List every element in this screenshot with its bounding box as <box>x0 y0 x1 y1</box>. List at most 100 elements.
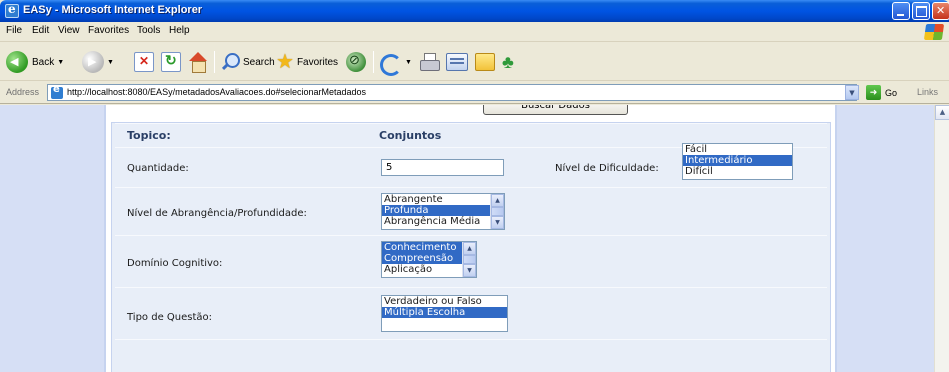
address-dropdown-icon[interactable]: ▼ <box>845 85 859 100</box>
scroll-thumb[interactable] <box>463 255 476 264</box>
search-icon <box>220 52 240 72</box>
tipo-listbox[interactable]: Verdadeiro ou Falso Múltipla Escolha <box>381 295 508 332</box>
menu-file[interactable]: File <box>6 25 22 36</box>
media-icon <box>346 52 366 72</box>
page-scrollbar[interactable]: ▲ <box>934 105 949 372</box>
topico-label: Topico: <box>127 129 171 142</box>
refresh-icon <box>161 52 181 72</box>
scroll-down-icon[interactable]: ▼ <box>491 216 504 229</box>
favorites-button[interactable]: ★ Favorites <box>276 49 338 75</box>
scroll-thumb[interactable] <box>491 207 504 216</box>
scroll-down-icon[interactable]: ▼ <box>463 264 476 277</box>
folder-button[interactable] <box>475 49 495 75</box>
page-scroll-up-icon[interactable]: ▲ <box>935 105 949 120</box>
messenger-icon: ♣ <box>502 52 514 72</box>
dificuldade-option[interactable]: Fácil <box>683 144 792 155</box>
quantidade-row: Quantidade: 5 Nível de Dificuldade: Fáci… <box>115 143 827 187</box>
page-icon <box>51 84 63 99</box>
address-input[interactable]: http://localhost:8080/EASy/metadadosAval… <box>47 84 857 101</box>
buscar-dados-button[interactable]: Buscar Dados <box>483 105 628 115</box>
page-viewport: Buscar Dados Topico: Conjuntos Quantidad… <box>0 105 934 372</box>
abrangencia-scrollbar[interactable]: ▲ ▼ <box>490 194 504 229</box>
dominio-label: Domínio Cognitivo: <box>127 258 223 269</box>
go-label: Go <box>885 87 898 98</box>
dominio-option[interactable]: Aplicação <box>382 264 462 275</box>
title-bar[interactable]: EASy - Microsoft Internet Explorer <box>0 0 949 22</box>
messenger-button[interactable]: ♣ <box>502 49 514 75</box>
abrangencia-option[interactable]: Abrangência Média <box>382 216 490 227</box>
edit-button[interactable] <box>446 49 468 75</box>
close-button[interactable] <box>932 2 949 20</box>
dominio-listbox[interactable]: Conhecimento Compreensão Aplicação ▲ ▼ <box>381 241 477 278</box>
go-button[interactable]: ➜ Go <box>866 85 897 100</box>
metadata-form: Topico: Conjuntos Quantidade: 5 Nível de… <box>111 122 831 372</box>
dominio-option[interactable]: Conhecimento <box>382 242 462 253</box>
dificuldade-option[interactable]: Difícil <box>683 166 792 177</box>
tipo-label: Tipo de Questão: <box>127 312 213 323</box>
scroll-up-icon[interactable]: ▲ <box>491 194 504 207</box>
forward-button[interactable]: ▼ <box>82 49 114 75</box>
dominio-scrollbar[interactable]: ▲ ▼ <box>462 242 476 277</box>
windows-logo-icon <box>923 24 945 40</box>
maximize-button[interactable] <box>912 2 930 20</box>
tipo-option[interactable]: Múltipla Escolha <box>382 307 507 318</box>
refresh-button[interactable] <box>161 49 181 75</box>
page-content: Buscar Dados Topico: Conjuntos Quantidad… <box>104 105 837 372</box>
abrangencia-listbox[interactable]: Abrangente Profunda Abrangência Média ▲ … <box>381 193 505 230</box>
mail-icon <box>380 52 402 76</box>
dificuldade-option[interactable]: Intermediário <box>683 155 792 166</box>
search-button[interactable]: Search <box>220 49 275 75</box>
menu-edit[interactable]: Edit <box>32 25 49 36</box>
favorites-star-icon: ★ <box>276 51 294 73</box>
abrangencia-option[interactable]: Profunda <box>382 205 490 216</box>
address-label: Address <box>6 87 40 97</box>
toolbar-separator <box>373 51 374 73</box>
abrangencia-option[interactable]: Abrangente <box>382 194 490 205</box>
address-bar: Address http://localhost:8080/EASy/metad… <box>0 82 949 104</box>
print-button[interactable] <box>419 49 440 75</box>
topico-value: Conjuntos <box>379 129 442 142</box>
search-label: Search <box>243 56 275 68</box>
folder-icon <box>475 53 495 71</box>
menu-favorites[interactable]: Favorites <box>88 25 129 36</box>
tipo-option[interactable]: Verdadeiro ou Falso <box>382 296 507 307</box>
toolbar-separator <box>214 51 215 73</box>
forward-arrow-icon <box>82 51 104 73</box>
ie-icon <box>5 2 19 18</box>
back-dropdown-icon[interactable]: ▼ <box>57 59 64 66</box>
browser-window: EASy - Microsoft Internet Explorer File … <box>0 0 949 372</box>
media-button[interactable] <box>346 49 366 75</box>
scroll-up-icon[interactable]: ▲ <box>463 242 476 255</box>
dominio-option[interactable]: Compreensão <box>382 253 462 264</box>
abrangencia-row: Nível de Abrangência/Profundidade: Abran… <box>115 187 827 235</box>
minimize-button[interactable] <box>892 2 910 20</box>
forward-dropdown-icon[interactable]: ▼ <box>107 59 114 66</box>
address-url: http://localhost:8080/EASy/metadadosAval… <box>67 87 367 97</box>
home-icon <box>188 52 208 73</box>
next-row <box>115 339 827 372</box>
menu-view[interactable]: View <box>58 25 80 36</box>
stop-button[interactable] <box>134 49 154 75</box>
toolbar: Back ▼ ▼ Search ★ Favorites <box>0 43 949 81</box>
dificuldade-listbox[interactable]: Fácil Intermediário Difícil <box>682 143 793 180</box>
edit-icon <box>446 53 468 71</box>
go-arrow-icon: ➜ <box>866 85 881 100</box>
favorites-label: Favorites <box>296 56 339 68</box>
tipo-row: Tipo de Questão: Verdadeiro ou Falso Múl… <box>115 287 827 339</box>
print-icon <box>419 52 440 72</box>
back-label: Back <box>32 56 55 68</box>
back-button[interactable]: Back ▼ <box>6 49 64 75</box>
back-arrow-icon <box>6 51 28 73</box>
home-button[interactable] <box>188 49 208 75</box>
mail-button[interactable]: ▼ <box>380 49 412 76</box>
links-label[interactable]: Links <box>917 87 938 97</box>
mail-dropdown-icon[interactable]: ▼ <box>405 59 412 66</box>
quantidade-label: Quantidade: <box>127 163 189 174</box>
menu-help[interactable]: Help <box>169 25 190 36</box>
abrangencia-label: Nível de Abrangência/Profundidade: <box>127 208 307 219</box>
menu-tools[interactable]: Tools <box>137 25 160 36</box>
dificuldade-label: Nível de Dificuldade: <box>555 163 659 174</box>
stop-icon <box>134 52 154 72</box>
quantidade-input[interactable]: 5 <box>381 159 504 176</box>
menu-bar: File Edit View Favorites Tools Help <box>0 22 949 42</box>
